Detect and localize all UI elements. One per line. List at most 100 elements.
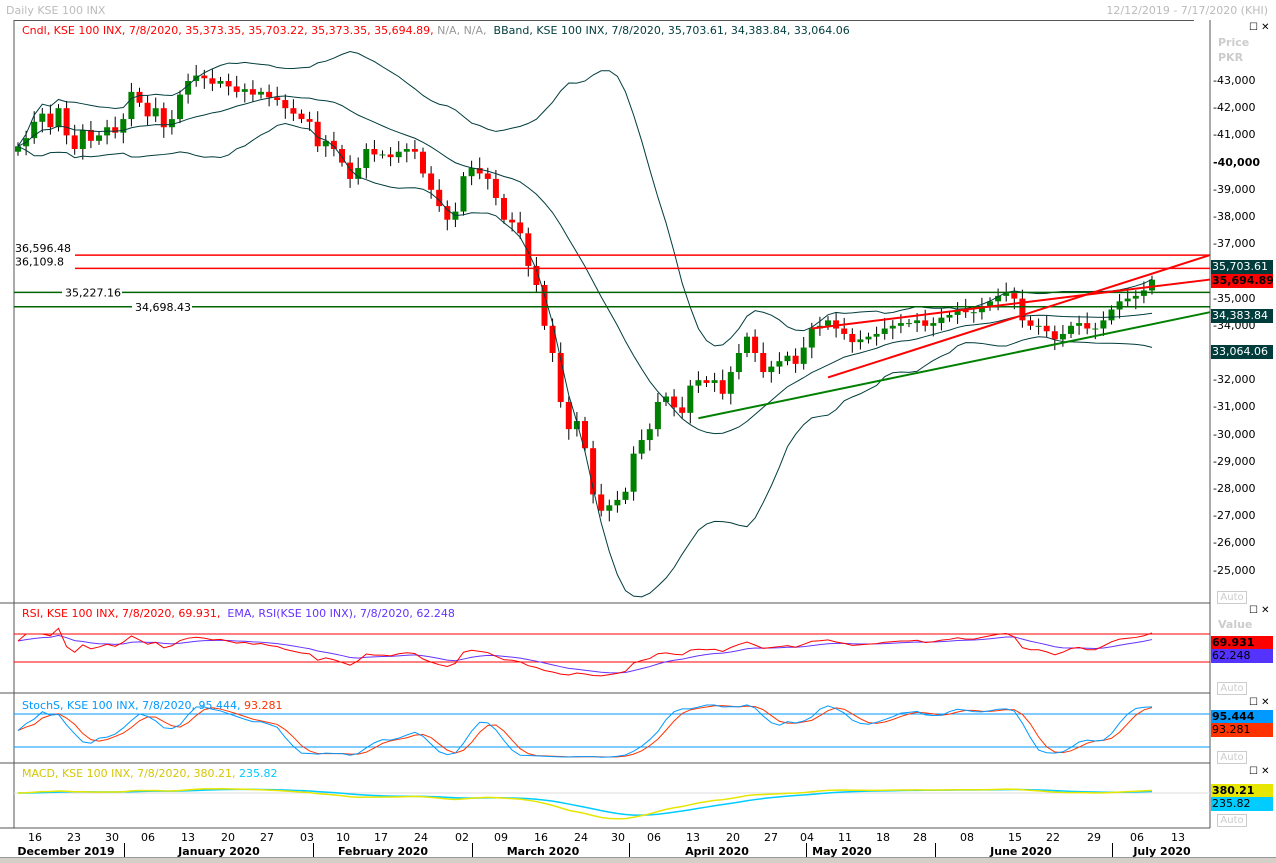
trendline bbox=[811, 278, 1211, 330]
candle-body bbox=[873, 333, 880, 337]
price-tick: -28,000 bbox=[1213, 482, 1256, 495]
candle-body bbox=[274, 97, 281, 101]
x-tick-label: 20 bbox=[726, 831, 740, 844]
candle-body bbox=[897, 323, 904, 326]
candle-body bbox=[930, 323, 937, 326]
maximize-close-buttons[interactable]: ☐ ✕ bbox=[1249, 22, 1270, 33]
horizontal-line-label: 36,109.8 bbox=[15, 255, 64, 268]
month-separator bbox=[124, 843, 125, 857]
horizontal-line-label: 35,227.16 bbox=[65, 286, 121, 299]
candle-body bbox=[1084, 323, 1091, 329]
ema-tag: 62.248 bbox=[1211, 649, 1273, 663]
x-tick-label: 18 bbox=[876, 831, 890, 844]
candle-body bbox=[614, 499, 621, 506]
candle-body bbox=[906, 323, 912, 325]
candle-body bbox=[1059, 333, 1066, 340]
candle-body bbox=[484, 173, 491, 179]
candle-body bbox=[282, 100, 289, 109]
month-separator bbox=[472, 843, 473, 857]
x-tick-label: 02 bbox=[455, 831, 469, 844]
candle-body bbox=[249, 89, 256, 95]
rsi-value-label: Value bbox=[1218, 618, 1253, 631]
x-tick-label: 20 bbox=[221, 831, 235, 844]
macd-auto-button[interactable]: Auto bbox=[1217, 814, 1247, 827]
candle-body bbox=[784, 355, 791, 362]
macd-window-buttons[interactable]: ☐ ✕ bbox=[1249, 766, 1270, 777]
candle-body bbox=[209, 78, 216, 84]
candle-body bbox=[128, 91, 135, 120]
rsi-line bbox=[17, 627, 1153, 677]
x-tick-label: 16 bbox=[28, 831, 42, 844]
price-tick: -26,000 bbox=[1213, 536, 1256, 550]
x-tick-label: 24 bbox=[574, 831, 588, 844]
candle-body bbox=[711, 380, 718, 383]
bb-mid-tag: 34,383.84 bbox=[1211, 309, 1273, 323]
candle-body bbox=[1092, 328, 1099, 330]
candle-body bbox=[841, 328, 848, 334]
trendline bbox=[827, 254, 1211, 379]
stoch-k-tag: 95.444 bbox=[1211, 710, 1273, 724]
price-auto-button[interactable]: Auto bbox=[1217, 591, 1247, 604]
candle-body bbox=[849, 333, 856, 343]
rsi-window-buttons[interactable]: ☐ ✕ bbox=[1249, 605, 1270, 616]
price-tick: -29,000 bbox=[1213, 454, 1256, 468]
candle-body bbox=[970, 312, 977, 314]
candle-body bbox=[727, 372, 734, 394]
candle-body bbox=[298, 113, 305, 120]
x-tick-label: 10 bbox=[336, 831, 350, 844]
candle-body bbox=[387, 154, 394, 158]
x-tick-label: 30 bbox=[105, 831, 119, 844]
x-tick-label: 06 bbox=[647, 831, 661, 844]
candle-body bbox=[290, 108, 297, 114]
price-tick: -35,000 bbox=[1213, 291, 1256, 305]
candle-body bbox=[598, 494, 605, 511]
candle-body bbox=[420, 151, 426, 174]
candle-body bbox=[638, 440, 645, 454]
scrollbar[interactable] bbox=[0, 857, 1276, 863]
chart-canvas[interactable]: 36,596.4836,109.8 35,227.16 34,698.43 bbox=[0, 0, 1276, 863]
candle-body bbox=[857, 339, 864, 343]
price-tick: -39,000 bbox=[1213, 182, 1256, 196]
candle-body bbox=[509, 219, 516, 223]
candle-body bbox=[1051, 331, 1058, 340]
candle-body bbox=[1124, 298, 1131, 302]
candle-body bbox=[411, 149, 418, 152]
candle-body bbox=[306, 119, 313, 122]
candle-body bbox=[363, 149, 370, 169]
candle-body bbox=[1132, 295, 1139, 299]
candle-body bbox=[1100, 320, 1107, 329]
candle-body bbox=[808, 328, 815, 348]
x-tick-label: 27 bbox=[764, 831, 778, 844]
month-separator bbox=[935, 843, 936, 857]
price-tick: -31,000 bbox=[1213, 400, 1256, 414]
candle-body bbox=[525, 233, 532, 266]
x-tick-label: 30 bbox=[611, 831, 625, 844]
rsi-tag: 69.931 bbox=[1211, 636, 1273, 650]
rsi-auto-button[interactable]: Auto bbox=[1217, 682, 1247, 695]
candle-body bbox=[112, 127, 119, 133]
x-tick-label: 22 bbox=[1046, 831, 1060, 844]
candle-body bbox=[217, 81, 224, 84]
candle-body bbox=[679, 407, 686, 413]
candle-body bbox=[1035, 325, 1042, 327]
candle-body bbox=[865, 336, 872, 340]
candle-body bbox=[630, 453, 637, 492]
price-tick: -27,000 bbox=[1213, 509, 1256, 523]
price-tick: -40,000 bbox=[1213, 155, 1261, 169]
candle-body bbox=[1108, 309, 1115, 321]
stoch-window-buttons[interactable]: ☐ ✕ bbox=[1249, 697, 1270, 708]
candle-body bbox=[889, 325, 896, 329]
candle-body bbox=[549, 325, 556, 353]
candle-body bbox=[55, 108, 62, 128]
stoch-auto-button[interactable]: Auto bbox=[1217, 751, 1247, 764]
candle-body bbox=[428, 173, 435, 190]
candle-body bbox=[517, 222, 524, 234]
x-tick-label: 13 bbox=[686, 831, 700, 844]
bb-upper-tag: 35,703.61 bbox=[1211, 260, 1273, 274]
price-axis-label: Price bbox=[1218, 36, 1250, 49]
price-tick: -30,000 bbox=[1213, 427, 1256, 441]
candle-body bbox=[654, 401, 661, 430]
candle-body bbox=[695, 380, 702, 386]
candle-body bbox=[735, 353, 742, 373]
candle-body bbox=[63, 108, 70, 136]
